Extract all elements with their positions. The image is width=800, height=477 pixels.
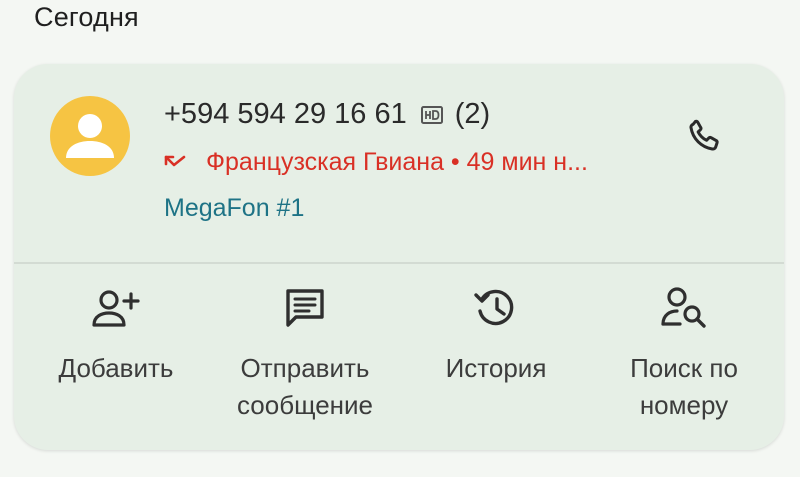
sim-label: MegaFon #1 xyxy=(164,194,305,222)
phone-icon xyxy=(689,119,719,151)
history-label: История xyxy=(445,353,547,383)
call-log-card: +594 594 29 16 61 (2) Французская Гвиана… xyxy=(14,64,784,450)
quick-actions-row: Добавить Отправить сообщение История Пои… xyxy=(14,264,784,450)
add-contact-icon xyxy=(91,284,141,332)
send-message-label: Отправить сообщение xyxy=(236,353,373,420)
hd-icon xyxy=(420,105,443,124)
call-count: (2) xyxy=(454,98,491,130)
avatar[interactable] xyxy=(50,96,130,176)
person-icon xyxy=(66,114,114,158)
message-icon xyxy=(283,284,327,332)
add-contact-button[interactable]: Добавить xyxy=(34,284,198,387)
add-contact-label: Добавить xyxy=(58,353,174,383)
history-button[interactable]: История xyxy=(414,284,578,387)
missed-call-icon xyxy=(164,153,188,173)
call-button[interactable] xyxy=(676,108,732,164)
phone-number-line: +594 594 29 16 61 (2) xyxy=(164,98,490,131)
send-message-button[interactable]: Отправить сообщение xyxy=(214,284,396,424)
section-header-today: Сегодня xyxy=(34,2,139,32)
person-search-icon xyxy=(660,284,708,332)
phone-number: +594 594 29 16 61 xyxy=(164,98,407,130)
search-number-button[interactable]: Поиск по номеру xyxy=(604,284,764,424)
call-details-line: Французская Гвиана • 49 мин н... xyxy=(164,148,588,177)
search-number-label: Поиск по номеру xyxy=(630,353,738,420)
location-time: Французская Гвиана • 49 мин н... xyxy=(206,148,588,176)
call-entry[interactable]: +594 594 29 16 61 (2) Французская Гвиана… xyxy=(14,64,784,260)
history-icon xyxy=(473,284,519,332)
